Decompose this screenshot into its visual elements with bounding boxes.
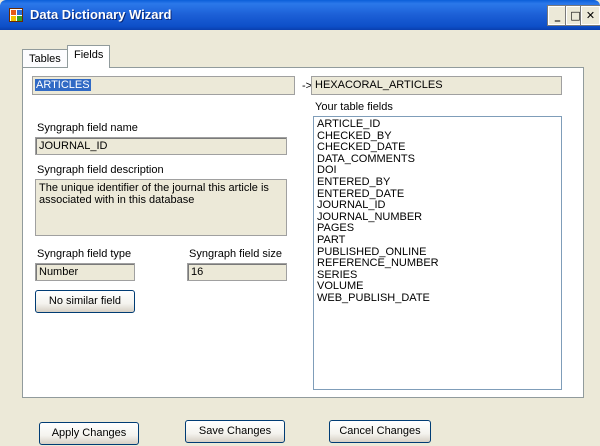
field-size-value: 16	[187, 263, 287, 281]
list-item[interactable]: WEB_PUBLISH_DATE	[317, 292, 558, 305]
field-size-label: Syngraph field size	[189, 248, 282, 260]
apply-changes-button[interactable]: Apply Changes	[39, 422, 139, 445]
minimize-button[interactable]: _	[547, 5, 568, 26]
field-type-label: Syngraph field type	[37, 248, 132, 260]
field-description-value: The unique identifier of the journal thi…	[35, 179, 287, 236]
source-table-value: ARTICLES	[35, 79, 91, 91]
tab-fields[interactable]: Fields	[67, 45, 111, 68]
tab-tables[interactable]: Tables	[22, 49, 68, 67]
close-icon: ✕	[585, 9, 596, 22]
save-changes-button[interactable]: Save Changes	[185, 420, 285, 443]
your-fields-label: Your table fields	[315, 101, 393, 113]
list-item[interactable]: ARTICLE_ID	[317, 118, 558, 131]
field-name-value: JOURNAL_ID	[35, 137, 287, 155]
window-title: Data Dictionary Wizard	[30, 7, 172, 22]
maximize-icon: □	[570, 9, 581, 22]
cancel-changes-button[interactable]: Cancel Changes	[329, 420, 431, 443]
list-item[interactable]: PART	[317, 234, 558, 247]
your-fields-listbox[interactable]: ARTICLE_ID CHECKED_BY CHECKED_DATE DATA_COM…	[313, 116, 562, 390]
no-similar-field-button[interactable]: No similar field	[35, 290, 135, 313]
source-table-field[interactable]: ARTICLES	[32, 76, 295, 95]
title-bar: Data Dictionary Wizard _ □ ✕	[0, 0, 600, 30]
list-item[interactable]: PAGES	[317, 223, 558, 235]
app-icon	[9, 8, 23, 22]
list-item[interactable]: REFERENCE_NUMBER	[317, 258, 558, 270]
target-table-field: HEXACORAL_ARTICLES	[311, 76, 562, 95]
close-button[interactable]: ✕	[580, 5, 600, 26]
list-item[interactable]: DATA_COMMENTS	[317, 153, 558, 166]
field-name-label: Syngraph field name	[37, 122, 138, 134]
field-description-label: Syngraph field description	[37, 164, 164, 176]
tab-tables-label: Tables	[29, 53, 61, 65]
field-type-value: Number	[35, 263, 135, 281]
tab-fields-label: Fields	[74, 49, 104, 61]
list-item[interactable]: ENTERED_BY	[317, 176, 558, 189]
minimize-icon: _	[554, 9, 561, 22]
list-item[interactable]: JOURNAL_ID	[317, 200, 558, 212]
